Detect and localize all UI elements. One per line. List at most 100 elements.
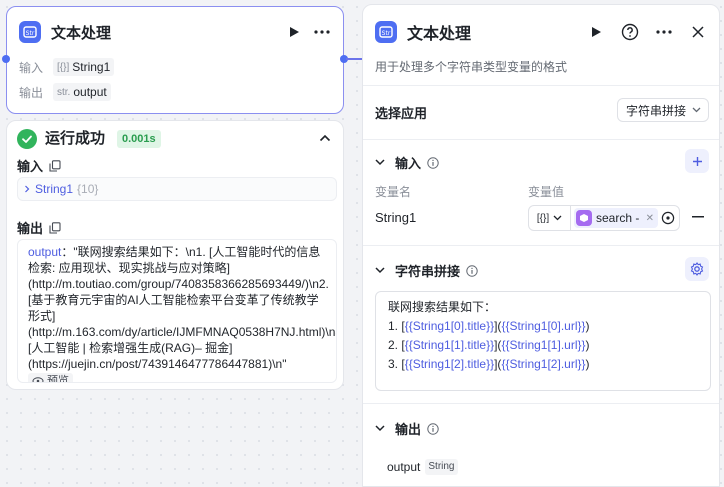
chevron-down-icon — [375, 159, 385, 166]
preview-button[interactable]: 预览 — [28, 373, 73, 383]
chevron-right-icon — [25, 185, 30, 193]
node-config-panel: Str 文本处理 用于处理多个字符串类型变量的格式 选择应用 字符串拼接 输入 … — [362, 4, 720, 487]
result-output-box: output："联网搜索结果如下：\n1. [人工智能时代的信息检索: 应用现状… — [17, 239, 337, 383]
node-output-value: output — [73, 85, 107, 99]
info-icon — [427, 422, 439, 435]
text-process-node[interactable]: Str 文本处理 输入 [{}] String1 输出 str. output — [6, 6, 344, 114]
chevron-down-icon — [375, 425, 385, 432]
node-output-label: 输出 — [19, 85, 44, 100]
copy-icon[interactable] — [49, 221, 61, 234]
more-button[interactable] — [311, 21, 333, 43]
array-type-icon: [{}] — [536, 212, 550, 224]
node-input-value: String1 — [72, 60, 111, 74]
play-icon — [592, 27, 601, 37]
template-line: 联网搜索结果如下： — [388, 298, 698, 317]
close-button[interactable] — [687, 21, 709, 43]
output-variable-name: output — [387, 460, 421, 474]
template-text: 3. [ — [388, 357, 405, 371]
output-type-tag: String — [425, 459, 458, 475]
run-status-text: 运行成功 — [45, 130, 106, 147]
col-header-name: 变量名 — [375, 185, 412, 199]
result-input-key: String1 — [35, 182, 74, 196]
result-input-count: {10} — [77, 182, 99, 196]
node-output-row: 输出 str. output — [19, 82, 111, 102]
help-button[interactable] — [619, 21, 641, 43]
text-process-icon: Str — [19, 21, 41, 43]
template-text: 1. [ — [388, 319, 405, 333]
template-var: {{String1[0].title}} — [404, 319, 495, 333]
node-input-row: 输入 [{}] String1 — [19, 57, 115, 77]
variable-value-field[interactable]: [{}] search - out ✕ — [528, 205, 680, 231]
collapse-button[interactable] — [315, 128, 335, 148]
template-line: 1. [{{String1[0].title}}]({{String1[0].u… — [388, 317, 698, 336]
chevron-down-icon — [375, 267, 385, 274]
input-section-title: 输入 — [395, 156, 422, 171]
template-line: 3. [{{String1[2].title}}]({{String1[2].u… — [388, 355, 698, 374]
panel-more-button[interactable] — [653, 21, 675, 43]
result-input-box[interactable]: String1 {10} — [17, 177, 337, 201]
add-input-button[interactable] — [685, 149, 709, 173]
result-output-key: output — [28, 245, 62, 259]
output-section-header[interactable]: 输出 — [375, 419, 439, 438]
svg-text:Str: Str — [382, 30, 391, 37]
info-icon — [466, 264, 478, 277]
duration-badge: 0.001s — [117, 130, 161, 148]
plus-icon — [692, 156, 702, 166]
panel-run-button[interactable] — [585, 21, 607, 43]
chevron-down-icon — [553, 215, 562, 221]
template-var: {{String1[1].url}} — [501, 338, 586, 352]
output-section-title: 输出 — [395, 422, 422, 437]
play-icon — [290, 27, 299, 37]
variable-type-select[interactable]: [{}] — [529, 206, 571, 230]
template-text: 联网搜索结果如下： — [388, 300, 497, 314]
output-variable-row: output String — [387, 459, 458, 475]
eye-icon — [32, 377, 44, 382]
gear-icon — [690, 262, 704, 276]
variable-reference-chip[interactable]: search - out ✕ — [574, 208, 658, 228]
col-header-value: 变量值 — [528, 185, 565, 199]
run-button[interactable] — [283, 21, 305, 43]
result-output-title: 输出 — [17, 221, 44, 236]
copy-icon[interactable] — [49, 159, 61, 172]
apply-select[interactable]: 字符串拼接 — [617, 98, 709, 122]
divider — [363, 403, 719, 404]
concat-section-header[interactable]: 字符串拼接 — [375, 261, 478, 280]
success-check-icon — [17, 129, 37, 149]
template-var: {{String1[2].url}} — [501, 357, 586, 371]
variable-name: String1 — [375, 210, 417, 225]
chevron-down-icon — [692, 107, 701, 113]
remove-reference-icon[interactable]: ✕ — [646, 213, 654, 224]
input-port[interactable] — [2, 55, 10, 63]
array-type-icon: [{}] — [57, 61, 70, 73]
node-input-chip: [{}] String1 — [53, 58, 115, 76]
concat-section-title: 字符串拼接 — [395, 264, 461, 279]
template-var: {{String1[1].title}} — [404, 338, 495, 352]
result-output-sep: ： — [61, 245, 74, 259]
input-section-header[interactable]: 输入 — [375, 153, 439, 172]
panel-title: 文本处理 — [407, 26, 472, 43]
panel-header: Str 文本处理 — [375, 19, 709, 45]
template-text: 2. [ — [388, 338, 405, 352]
more-dots-icon — [656, 30, 672, 34]
node-title: 文本处理 — [51, 24, 112, 42]
result-input-heading: 输入 — [17, 156, 61, 175]
concat-settings-button[interactable] — [685, 257, 709, 281]
apply-select-value: 字符串拼接 — [626, 103, 687, 118]
remove-variable-button[interactable] — [691, 210, 705, 224]
close-icon — [692, 26, 704, 38]
node-header: Str 文本处理 — [19, 19, 333, 45]
template-text: ) — [585, 357, 590, 371]
variable-reference-text: search - out — [596, 211, 643, 225]
run-result-card: 运行成功 0.001s 输入 String1 {10} 输出 output："联… — [6, 120, 344, 390]
node-input-label: 输入 — [19, 60, 44, 75]
concat-template-editor[interactable]: 联网搜索结果如下： 1. [{{String1[0].title}}]({{St… — [375, 291, 711, 391]
divider — [363, 85, 719, 86]
template-text: ) — [585, 319, 590, 333]
target-icon[interactable] — [661, 211, 675, 225]
preview-label: 预览 — [47, 375, 69, 383]
divider — [363, 245, 719, 246]
plugin-cube-icon — [576, 210, 592, 226]
text-process-icon: Str — [375, 21, 397, 43]
result-input-title: 输入 — [17, 159, 44, 174]
apply-label: 选择应用 — [375, 106, 428, 121]
